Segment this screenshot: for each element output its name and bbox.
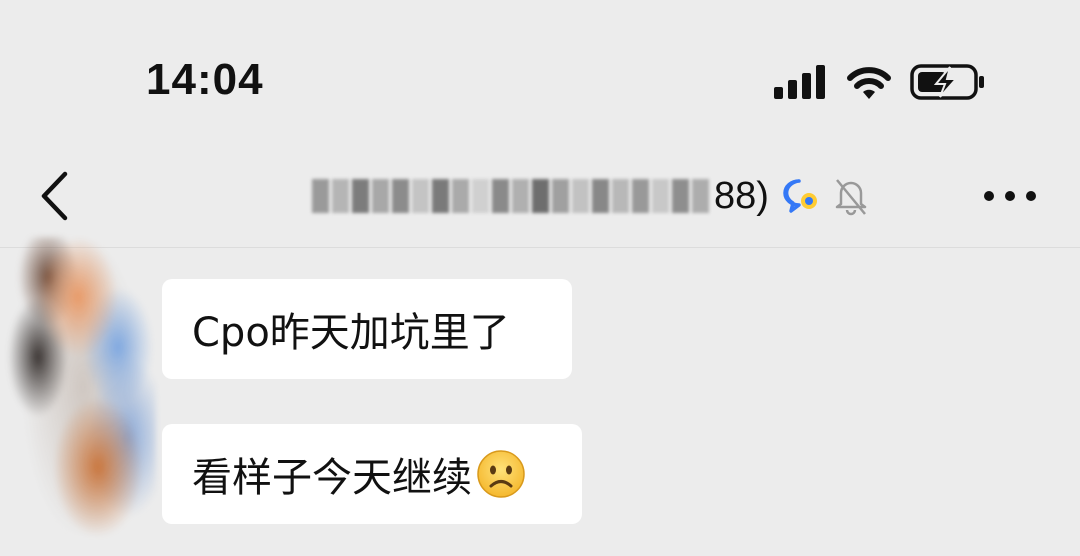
redacted-title-mosaic xyxy=(312,176,712,216)
mute-bell-icon xyxy=(835,179,867,216)
chevron-left-icon xyxy=(41,171,68,221)
more-dot xyxy=(984,191,994,201)
more-dot xyxy=(1026,191,1036,201)
chat-screen: 14:04 88) Cpo昨天加坑里了 看样子今天继续 xyxy=(0,0,1080,556)
chat-title-text: 88) xyxy=(714,174,769,217)
chat-header: 88) xyxy=(0,150,1080,248)
chat-title: 88) xyxy=(312,172,869,220)
back-button[interactable] xyxy=(28,168,80,224)
status-time: 14:04 xyxy=(146,55,264,104)
more-options-button[interactable] xyxy=(984,178,1036,214)
message-text: 看样子今天继续 xyxy=(192,455,472,501)
message-bubble[interactable]: 看样子今天继续 xyxy=(162,424,582,524)
message-text: Cpo昨天加坑里了 xyxy=(192,310,510,356)
battery-charging-icon xyxy=(910,64,984,100)
status-bar: 14:04 xyxy=(0,0,1080,150)
more-dot xyxy=(1005,191,1015,201)
sad-face-emoji xyxy=(477,450,525,498)
group-chat-icon xyxy=(783,179,817,213)
wifi-icon xyxy=(847,67,891,99)
signal-icon xyxy=(774,65,825,99)
sender-avatar[interactable] xyxy=(8,237,156,547)
status-icons xyxy=(774,60,986,104)
message-list: Cpo昨天加坑里了 看样子今天继续 xyxy=(0,237,1080,556)
message-bubble[interactable]: Cpo昨天加坑里了 xyxy=(162,279,572,379)
